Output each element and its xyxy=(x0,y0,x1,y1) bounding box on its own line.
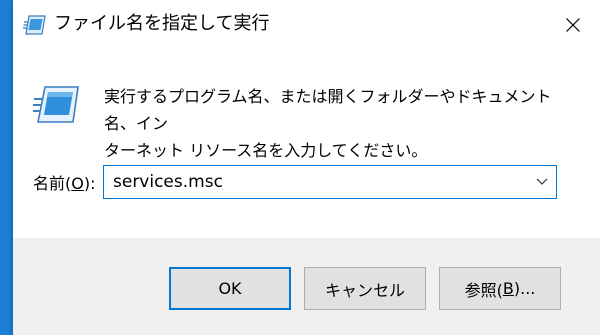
title-bar[interactable]: ファイル名を指定して実行 xyxy=(13,0,600,50)
browse-button[interactable]: 参照(B)... xyxy=(439,267,561,310)
run-dialog: ファイル名を指定して実行 実行するプログラム名、または開くフォルダーやドキュメン… xyxy=(13,0,600,335)
dialog-content: 実行するプログラム名、または開くフォルダーやドキュメント名、イン ターネット リ… xyxy=(13,50,600,238)
run-icon xyxy=(33,85,81,125)
run-app-icon xyxy=(23,14,47,36)
instruction-text: 実行するプログラム名、または開くフォルダーやドキュメント名、イン ターネット リ… xyxy=(104,87,552,160)
cancel-button[interactable]: キャンセル xyxy=(304,267,426,310)
dropdown-button[interactable] xyxy=(528,166,556,198)
button-bar: OK キャンセル 参照(B)... xyxy=(13,238,600,335)
open-combobox[interactable]: services.msc xyxy=(103,165,557,199)
open-label-prefix: 名前( xyxy=(33,174,72,193)
open-label: 名前(O): xyxy=(33,172,95,196)
open-label-suffix: ): xyxy=(83,174,96,193)
chevron-down-icon xyxy=(536,178,548,185)
browse-label-prefix: 参照( xyxy=(464,280,503,300)
open-input[interactable]: services.msc xyxy=(113,166,223,198)
open-label-access-key: O xyxy=(71,174,84,193)
close-button[interactable] xyxy=(546,0,600,50)
browse-access-key: B xyxy=(502,279,514,298)
window-title: ファイル名を指定して実行 xyxy=(54,13,270,34)
ok-button[interactable]: OK xyxy=(169,267,291,310)
browse-label-suffix: )... xyxy=(513,279,536,298)
close-icon xyxy=(566,18,580,32)
